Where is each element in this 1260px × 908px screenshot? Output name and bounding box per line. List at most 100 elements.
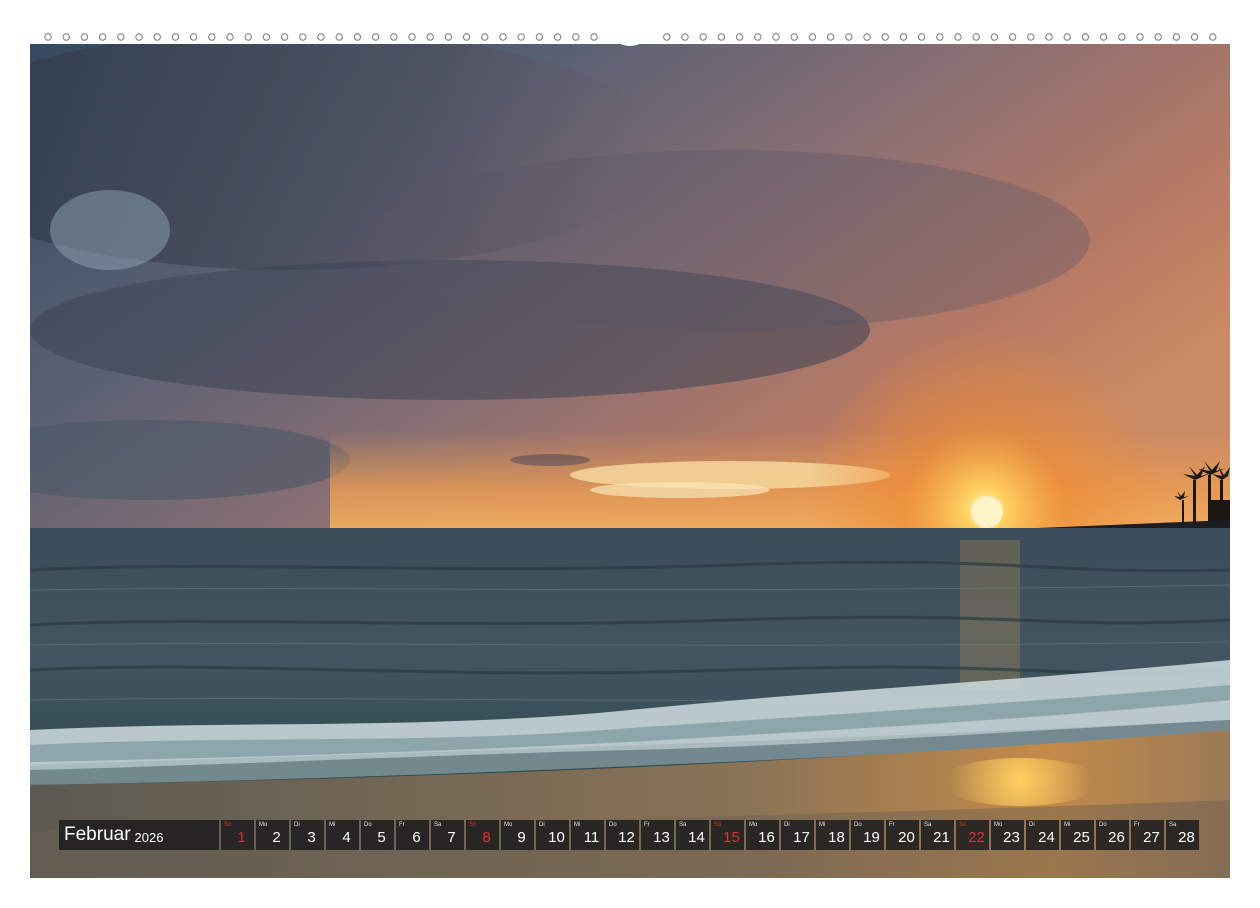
day-cell: Di 24 (1026, 820, 1059, 850)
binding-hole (62, 33, 70, 41)
day-number: 22 (968, 829, 985, 846)
binding-hole (1027, 33, 1035, 41)
day-cell: Sa 14 (676, 820, 709, 850)
weekday-abbr: Sa (434, 822, 442, 828)
day-number: 7 (447, 829, 456, 846)
binding-hole (790, 33, 798, 41)
day-number: 19 (863, 829, 880, 846)
binding-hole (135, 33, 143, 41)
weekday-abbr: Sa (924, 822, 932, 828)
binding-hole (663, 33, 671, 41)
weekday-abbr: Di (294, 822, 300, 828)
day-cell: Sa 7 (431, 820, 464, 850)
day-number: 20 (898, 829, 915, 846)
sunset-beach-photo (30, 30, 1230, 878)
binding-hole (299, 33, 307, 41)
weekday-abbr: Fr (1134, 822, 1140, 828)
binding-hole (917, 33, 926, 41)
binding-hole (153, 33, 161, 41)
binding-hole (936, 33, 944, 41)
weekday-abbr: Mi (574, 822, 581, 828)
binding-hole (899, 33, 908, 41)
binding-hole (572, 33, 580, 41)
binding-hole (408, 33, 416, 41)
binding-hole (1172, 33, 1181, 41)
day-number: 21 (933, 829, 950, 846)
day-number: 25 (1073, 829, 1090, 846)
day-cell: Sa 28 (1166, 820, 1199, 850)
weekday-abbr: Mo (749, 822, 758, 828)
day-number: 3 (307, 829, 316, 846)
day-number: 6 (412, 829, 421, 846)
binding-hole (1154, 33, 1162, 41)
weekday-abbr: Fr (644, 822, 650, 828)
binding-hole (681, 33, 689, 41)
day-cell: So 8 (466, 820, 499, 850)
day-number: 11 (583, 829, 600, 846)
weekday-abbr: Di (539, 822, 545, 828)
day-number: 1 (237, 829, 246, 846)
binding-hole (590, 33, 598, 41)
day-cell: Fr 6 (396, 820, 429, 850)
weekday-abbr: Fr (889, 822, 895, 828)
binding-hole (972, 33, 980, 41)
binding-hole (244, 33, 252, 41)
binding-hole (426, 33, 434, 41)
binding-hole (863, 33, 871, 41)
binding-hole (553, 33, 562, 41)
binding-hole (262, 33, 271, 41)
binding-hole (80, 33, 89, 41)
binding-hole (1063, 33, 1071, 41)
weekday-abbr: Sa (679, 822, 687, 828)
day-cell: Mi 18 (816, 820, 849, 850)
binding-hole (735, 33, 744, 41)
binding-hole (44, 33, 52, 41)
day-number: 5 (377, 829, 386, 846)
wire-binding (30, 30, 1230, 46)
binding-hole (535, 33, 544, 41)
weekday-abbr: So (959, 822, 967, 828)
day-cell: Fr 27 (1131, 820, 1164, 850)
weekday-abbr: Do (364, 822, 372, 828)
weekday-abbr: Mi (1064, 822, 1071, 828)
month-label: Februar 2026 (59, 820, 219, 850)
binding-hole (845, 33, 853, 41)
binding-hole (717, 33, 726, 41)
month-year: 2026 (134, 829, 164, 845)
day-cell: So 15 (711, 820, 744, 850)
month-name: Februar (64, 824, 131, 845)
day-number: 18 (828, 829, 845, 846)
day-cell: Mi 4 (326, 820, 359, 850)
binding-hole (481, 33, 489, 41)
weekday-abbr: Do (1099, 822, 1107, 828)
weekday-abbr: Mi (819, 822, 826, 828)
binding-hole (517, 33, 525, 41)
binding-hole (462, 33, 471, 41)
binding-hole (371, 33, 380, 41)
day-cell: Mo 23 (991, 820, 1024, 850)
day-number: 14 (688, 829, 705, 846)
day-cell: Mo 16 (746, 820, 779, 850)
day-cell: Do 12 (606, 820, 639, 850)
day-cell: So 22 (956, 820, 989, 850)
binding-hole (826, 33, 835, 41)
binding-hole (990, 33, 999, 41)
day-number: 9 (517, 829, 526, 846)
day-cell: Mi 25 (1061, 820, 1094, 850)
binding-hole (1008, 33, 1017, 41)
weekday-abbr: Fr (399, 822, 405, 828)
day-number: 8 (482, 829, 491, 846)
binding-hole (1081, 33, 1090, 41)
binding-hole (808, 33, 817, 41)
day-number: 12 (618, 829, 635, 846)
day-number: 24 (1038, 829, 1055, 846)
day-number: 2 (272, 829, 281, 846)
day-cell: Fr 20 (886, 820, 919, 850)
binding-hole (1190, 33, 1199, 41)
binding-hole (1136, 33, 1144, 41)
binding-hole (1209, 33, 1217, 41)
binding-hole (226, 33, 234, 41)
binding-hole (754, 33, 762, 41)
weekday-abbr: Sa (1169, 822, 1177, 828)
weekday-abbr: Mo (259, 822, 268, 828)
